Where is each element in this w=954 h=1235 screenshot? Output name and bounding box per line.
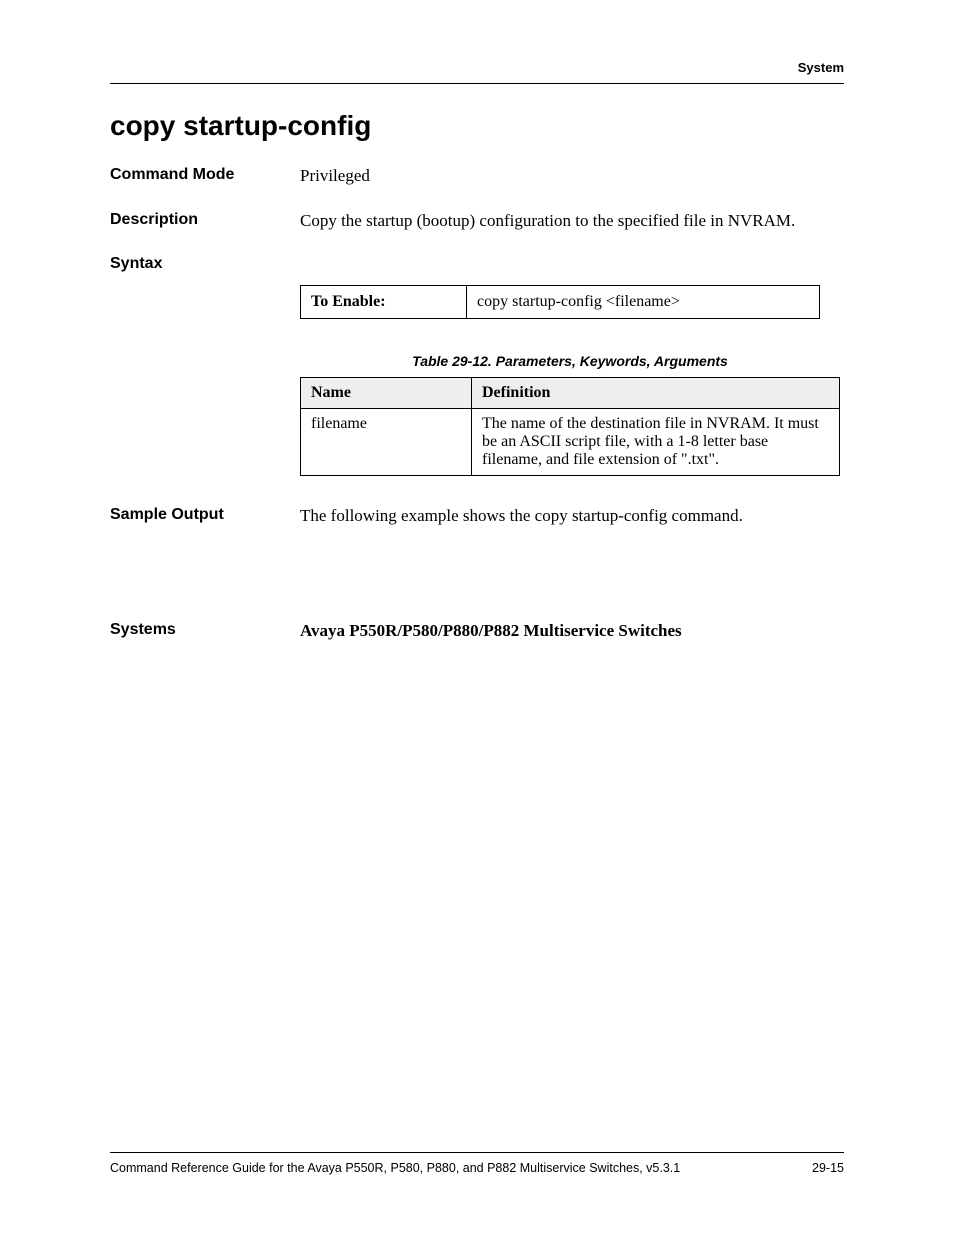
sample-output-label: Sample Output — [110, 504, 300, 529]
page-footer: Command Reference Guide for the Avaya P5… — [110, 1152, 844, 1175]
param-name: filename — [301, 409, 472, 476]
systems-label: Systems — [110, 619, 300, 644]
param-table-caption: Table 29-12. Parameters, Keywords, Argum… — [300, 353, 840, 369]
footer-guide-text: Command Reference Guide for the Avaya P5… — [110, 1161, 680, 1175]
description-value: Copy the startup (bootup) configuration … — [300, 209, 844, 234]
table-header-row: Name Definition — [301, 378, 840, 409]
param-definition: The name of the destination file in NVRA… — [472, 409, 840, 476]
footer-page-number: 29-15 — [812, 1161, 844, 1175]
syntax-table: To Enable: copy startup-config <filename… — [300, 285, 820, 319]
param-header-name: Name — [301, 378, 472, 409]
systems-value: Avaya P550R/P580/P880/P882 Multiservice … — [300, 619, 844, 644]
command-mode-value: Privileged — [300, 164, 844, 189]
syntax-enable-label: To Enable: — [301, 286, 467, 319]
param-header-definition: Definition — [472, 378, 840, 409]
page-title: copy startup-config — [110, 110, 844, 142]
table-row: filename The name of the destination fil… — [301, 409, 840, 476]
syntax-label: Syntax — [110, 253, 300, 273]
table-row: To Enable: copy startup-config <filename… — [301, 286, 820, 319]
description-label: Description — [110, 209, 300, 234]
syntax-enable-value: copy startup-config <filename> — [467, 286, 820, 319]
sample-output-value: The following example shows the copy sta… — [300, 504, 844, 529]
param-table: Name Definition filename The name of the… — [300, 377, 840, 476]
header-section: System — [110, 60, 844, 84]
command-mode-label: Command Mode — [110, 164, 300, 189]
